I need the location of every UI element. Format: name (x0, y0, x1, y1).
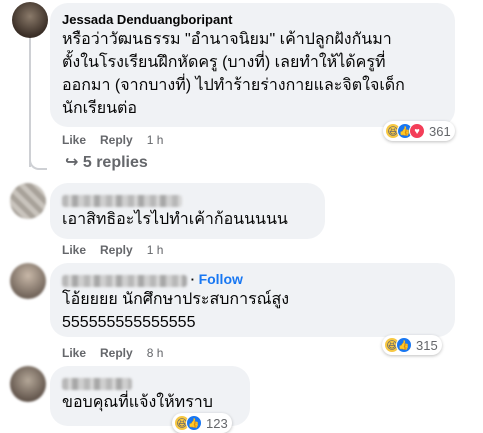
avatar[interactable] (12, 2, 48, 38)
comment-text-line: 555555555555555 (62, 314, 196, 331)
like-icon: 👍 (186, 415, 202, 431)
comment-author[interactable]: · Follow (62, 271, 443, 288)
reply-button[interactable]: Reply (100, 346, 133, 360)
reaction-count: 315 (416, 337, 438, 353)
comment-actions: Like Reply 8 h (62, 346, 177, 360)
blurred-name (62, 377, 132, 390)
reply-arrow-icon: ↪ (65, 154, 79, 171)
comment-bubble: Jessada Denduangboripant หรือว่าวัฒนธรรม… (50, 3, 455, 127)
timestamp[interactable]: 8 h (147, 346, 164, 360)
comment-author[interactable] (62, 374, 238, 391)
thread-line (29, 37, 31, 167)
reply-button[interactable]: Reply (100, 243, 133, 257)
love-icon: ♥ (409, 123, 425, 139)
comment-actions: Like Reply 1 h (62, 133, 177, 147)
blurred-name (62, 274, 187, 287)
like-button[interactable]: Like (62, 133, 86, 147)
avatar[interactable] (10, 366, 46, 402)
comment-bubble: · Follow โอ้ยยยย นักศึกษาประสบการณ์สูง 5… (50, 263, 455, 337)
reaction-summary[interactable]: 😆 👍 315 (382, 335, 442, 355)
reaction-summary[interactable]: 😆 👍 123 (172, 413, 232, 433)
comment-author[interactable]: Jessada Denduangboripant (62, 11, 443, 28)
comment-author[interactable] (62, 191, 313, 208)
comment-actions: Like Reply 1 h (62, 243, 177, 257)
replies-label: 5 replies (82, 154, 148, 171)
like-button[interactable]: Like (62, 346, 86, 360)
comment-text-line: ขอบคุณที่แจ้งให้ทราบ (62, 394, 213, 411)
reply-button[interactable]: Reply (100, 133, 133, 147)
thread-connector (29, 150, 47, 170)
reaction-summary[interactable]: 😆 👍 ♥ 361 (383, 121, 455, 141)
comment-text-line: นักเรียนต่อ (62, 100, 137, 117)
avatar[interactable] (10, 263, 46, 299)
timestamp[interactable]: 1 h (147, 133, 164, 147)
comment-text-line: เอาสิทธิอะไรไปทำเค้าก้อนนนนน (62, 211, 288, 228)
comment-text-line: ตั้งในโรงเรียนฝึกหัดครู (บางที่) เลยทำให… (62, 54, 386, 71)
comment-text-line: ออกมา (จากบางที่) ไปทำร้ายร่างกายและจิตใ… (62, 77, 405, 94)
like-icon: 👍 (396, 337, 412, 353)
like-button[interactable]: Like (62, 243, 86, 257)
timestamp[interactable]: 1 h (147, 243, 164, 257)
avatar[interactable] (10, 183, 46, 219)
blurred-name (62, 194, 182, 207)
reaction-count: 123 (206, 415, 228, 431)
comment-bubble: เอาสิทธิอะไรไปทำเค้าก้อนนนนน (50, 183, 325, 239)
view-replies-button[interactable]: ↪ 5 replies (65, 152, 148, 172)
comment-text-line: หรือว่าวัฒนธรรม "อำนาจนิยม" เค้าปลูกฝังก… (62, 31, 392, 48)
reaction-count: 361 (429, 123, 451, 139)
comment-text-line: โอ้ยยยย นักศึกษาประสบการณ์สูง (62, 291, 290, 308)
follow-button[interactable]: Follow (199, 271, 243, 287)
